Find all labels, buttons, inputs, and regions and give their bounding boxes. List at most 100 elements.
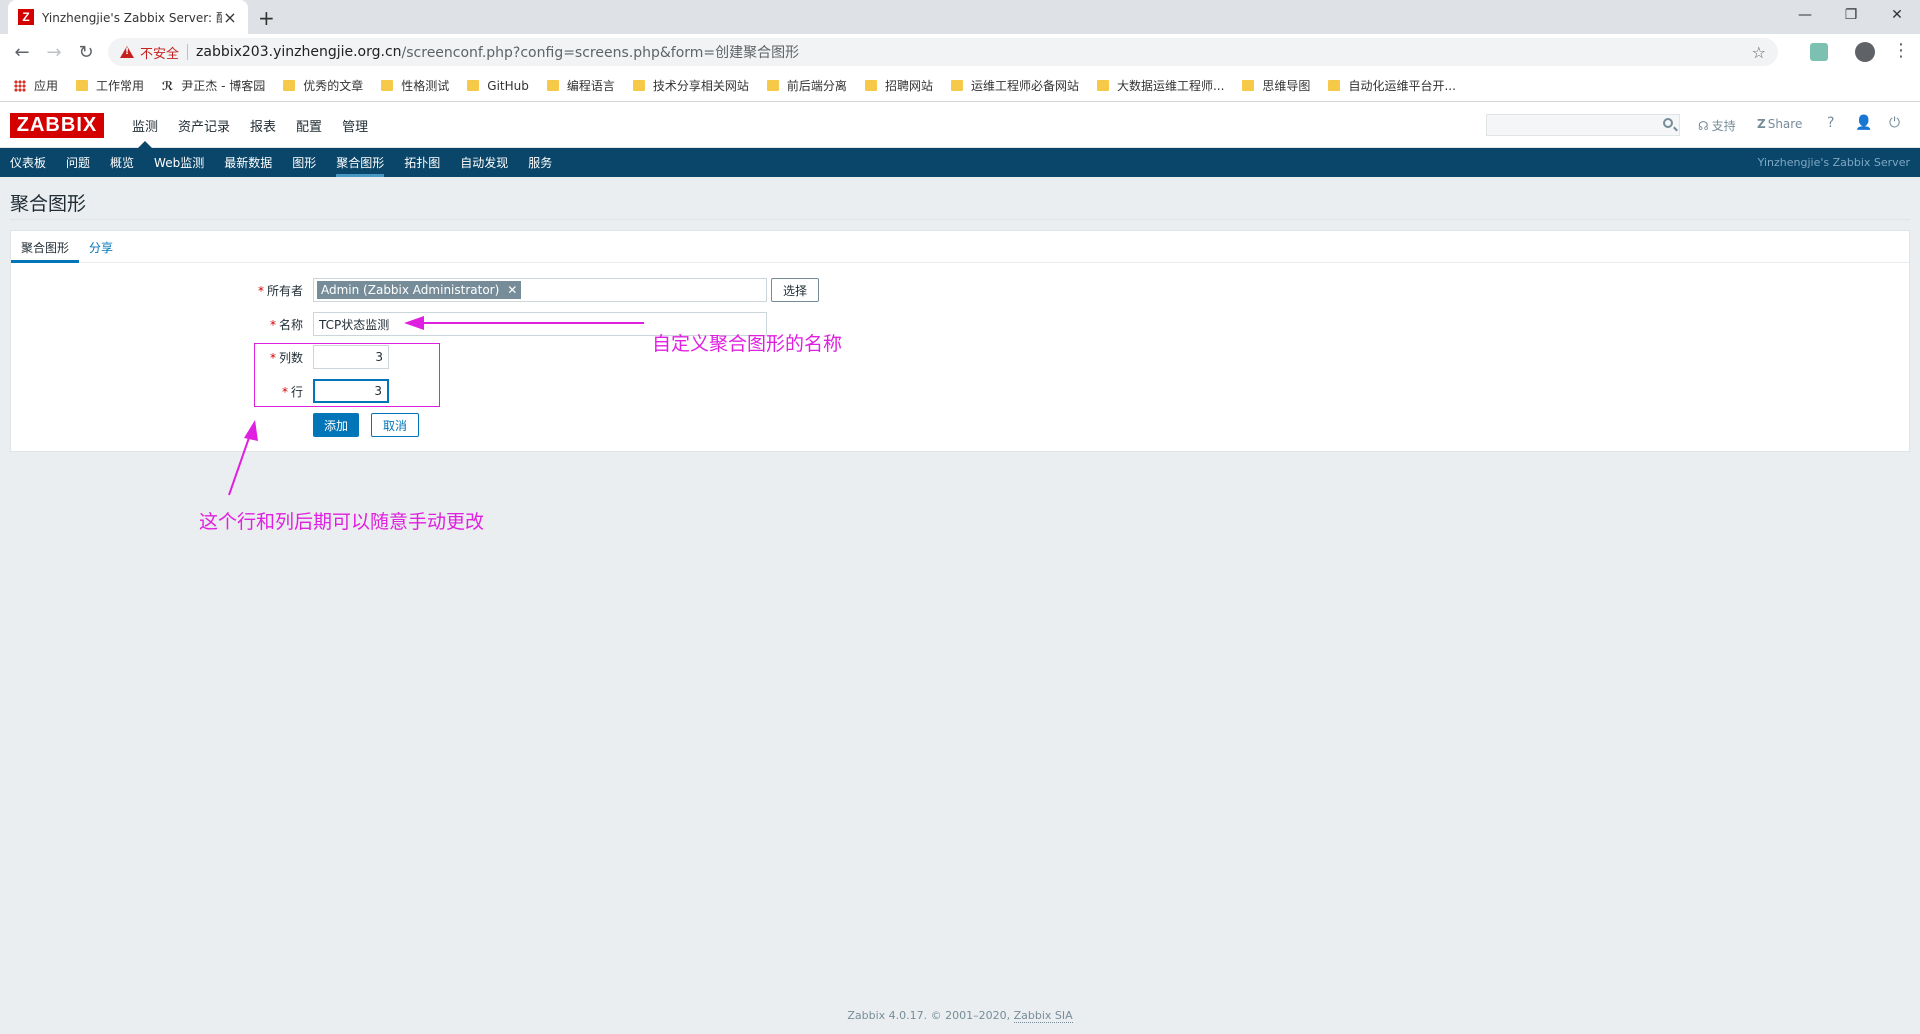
cancel-button[interactable]: 取消 <box>371 413 419 437</box>
required-mark: * <box>269 318 276 332</box>
folder-icon <box>766 80 779 91</box>
folder-icon <box>283 80 296 91</box>
rows-columns-highlight-box <box>254 343 440 407</box>
sub-menu-graphs[interactable]: 图形 <box>282 148 326 177</box>
owner-label: * 所有者 <box>257 284 303 298</box>
top-menu-configuration[interactable]: 配置 <box>286 102 332 148</box>
bookmarks-bar: 应用 工作常用 ℛ 尹正杰 - 博客园 优秀的文章 性格测试 GitHub 编程语… <box>0 70 1920 102</box>
browser-tab[interactable]: Z Yinzhengjie's Zabbix Server: 配置 × <box>8 0 248 34</box>
bookmark-folder[interactable]: 技术分享相关网站 <box>632 77 749 94</box>
not-secure-label: 不安全 <box>140 46 180 62</box>
title-divider <box>10 219 1910 220</box>
browser-menu-icon[interactable]: ⋮ <box>1892 40 1910 61</box>
folder-icon <box>632 80 645 91</box>
address-separator <box>187 44 189 60</box>
bookmark-folder[interactable]: 优秀的文章 <box>283 77 363 94</box>
sign-out-icon[interactable]: ⏻ <box>1889 115 1900 131</box>
profile-avatar-icon[interactable] <box>1855 42 1875 62</box>
bookmark-folder[interactable]: 工作常用 <box>76 77 144 94</box>
apps-grid-icon <box>14 79 26 92</box>
tab-sharing[interactable]: 分享 <box>89 239 113 256</box>
sub-menu-latest-data[interactable]: 最新数据 <box>214 148 282 177</box>
search-icon[interactable] <box>1663 118 1673 128</box>
new-tab-icon[interactable]: + <box>258 6 275 30</box>
sub-menu-services[interactable]: 服务 <box>518 148 562 177</box>
top-menu-administration[interactable]: 管理 <box>332 102 378 148</box>
bookmark-folder[interactable]: 思维导图 <box>1242 77 1310 94</box>
footer-copyright: Zabbix 4.0.17. © 2001–2020, <box>847 1009 1014 1022</box>
folder-icon <box>1242 80 1255 91</box>
sub-menu-discovery[interactable]: 自动发现 <box>450 148 518 177</box>
sub-menu: 仪表板 问题 概览 Web监测 最新数据 图形 聚合图形 拓扑图 自动发现 服务… <box>0 148 1920 177</box>
browser-tab-title: Yinzhengjie's Zabbix Server: 配置 <box>42 10 222 25</box>
active-tab-underline <box>11 260 79 263</box>
sub-menu-problems[interactable]: 问题 <box>56 148 100 177</box>
extension-icon[interactable] <box>1810 43 1828 61</box>
bookmark-folder[interactable]: 运维工程师必备网站 <box>950 77 1079 94</box>
bookmark-folder[interactable]: 自动化运维平台开... <box>1328 77 1456 94</box>
sub-menu-dashboard[interactable]: 仪表板 <box>0 148 56 177</box>
name-annotation: 自定义聚合图形的名称 <box>652 333 843 355</box>
folder-icon <box>76 80 89 91</box>
folder-icon <box>1328 80 1341 91</box>
top-menu: 监测 资产记录 报表 配置 管理 <box>122 102 378 148</box>
folder-icon <box>1096 80 1109 91</box>
add-button[interactable]: 添加 <box>313 413 359 437</box>
owner-chip: Admin (Zabbix Administrator) ✕ <box>317 281 522 299</box>
sub-menu-screens[interactable]: 聚合图形 <box>326 148 394 177</box>
form-tabs: 聚合图形 分享 <box>11 231 1909 263</box>
folder-icon <box>381 80 394 91</box>
bookmark-folder[interactable]: 编程语言 <box>546 77 615 94</box>
required-mark: * <box>257 284 264 298</box>
minimize-icon[interactable]: — <box>1782 0 1828 30</box>
support-link[interactable]: ☊ 支持 <box>1698 117 1736 134</box>
name-label: * 名称 <box>269 318 303 332</box>
top-menu-inventory[interactable]: 资产记录 <box>168 102 240 148</box>
share-link[interactable]: Z Share <box>1757 117 1802 131</box>
rows-columns-annotation: 这个行和列后期可以随意手动更改 <box>199 511 485 533</box>
bookmark-star-icon[interactable]: ☆ <box>1752 43 1766 62</box>
folder-icon <box>864 80 877 91</box>
restore-icon[interactable]: ❐ <box>1828 0 1874 30</box>
bookmark-folder[interactable]: 性格测试 <box>381 77 449 94</box>
forward-icon[interactable]: → <box>42 40 66 64</box>
user-profile-icon[interactable]: 👤 <box>1855 115 1872 131</box>
bookmark-apps[interactable]: 应用 <box>14 77 58 94</box>
bookmark-folder[interactable]: 招聘网站 <box>864 77 933 94</box>
zabbix-logo[interactable]: ZABBIX <box>10 113 104 138</box>
url-host: zabbix203.yinzhengjie.org.cn <box>196 44 402 60</box>
zabbix-favicon-icon: Z <box>18 9 34 25</box>
owner-multiselect[interactable]: Admin (Zabbix Administrator) ✕ <box>313 278 767 302</box>
bookmark-folder[interactable]: 大数据运维工程师... <box>1096 77 1224 94</box>
top-menu-monitoring[interactable]: 监测 <box>122 102 168 148</box>
zabbix-share-icon: Z <box>1757 117 1766 131</box>
back-icon[interactable]: ← <box>10 40 34 64</box>
tab-screen[interactable]: 聚合图形 <box>21 239 69 256</box>
browser-toolbar: ← → ↻ 不安全 zabbix203.yinzhengjie.org.cn/s… <box>0 34 1920 70</box>
global-search-input[interactable] <box>1486 114 1680 136</box>
remove-owner-icon[interactable]: ✕ <box>507 283 517 297</box>
bookmark-blog[interactable]: ℛ 尹正杰 - 博客园 <box>162 77 265 94</box>
select-owner-button[interactable]: 选择 <box>771 278 819 302</box>
folder-icon <box>546 80 559 91</box>
blog-icon: ℛ <box>162 78 174 93</box>
top-menu-reports[interactable]: 报表 <box>240 102 286 148</box>
bookmark-folder[interactable]: GitHub <box>467 79 529 93</box>
url-path: /screenconf.php?config=screens.php&form=… <box>401 45 800 61</box>
footer-zabbix-link[interactable]: Zabbix SIA <box>1013 1009 1073 1023</box>
folder-icon <box>950 80 963 91</box>
address-bar[interactable]: 不安全 zabbix203.yinzhengjie.org.cn/screenc… <box>108 38 1778 66</box>
folder-icon <box>467 80 480 91</box>
page-title: 聚合图形 <box>10 193 87 215</box>
sub-menu-overview[interactable]: 概览 <box>100 148 144 177</box>
close-tab-icon[interactable]: × <box>222 8 238 27</box>
window-close-icon[interactable]: ✕ <box>1874 0 1920 30</box>
server-name: Yinzhengjie's Zabbix Server <box>1757 156 1910 169</box>
sub-menu-web[interactable]: Web监测 <box>144 148 214 177</box>
page-footer: Zabbix 4.0.17. © 2001–2020, Zabbix SIA <box>0 1009 1920 1023</box>
help-icon[interactable]: ? <box>1827 115 1834 131</box>
bookmark-folder[interactable]: 前后端分离 <box>766 77 847 94</box>
reload-icon[interactable]: ↻ <box>74 40 98 64</box>
screen-form-panel: 聚合图形 分享 * 所有者 Admin (Zabbix Administrator… <box>10 230 1910 452</box>
sub-menu-maps[interactable]: 拓扑图 <box>394 148 450 177</box>
